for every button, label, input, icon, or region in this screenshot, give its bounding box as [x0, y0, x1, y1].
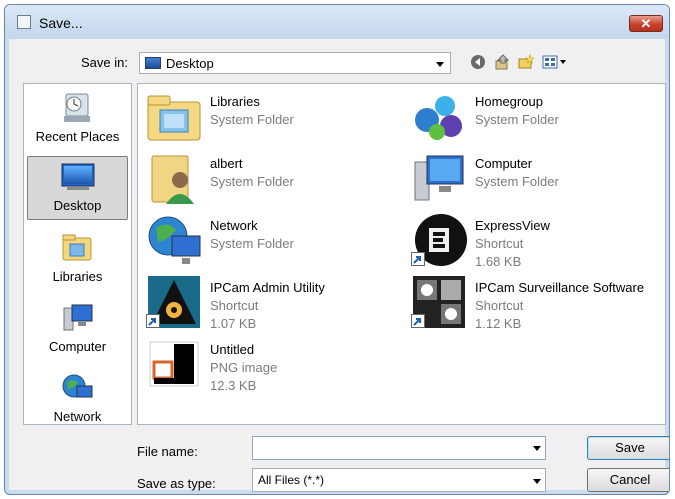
file-list: Libraries System Folder Homegroup System… [137, 83, 666, 425]
file-name: albert [210, 156, 243, 171]
cancel-button[interactable]: Cancel [587, 468, 669, 492]
save-as-type-dropdown[interactable]: All Files (*.*) [252, 468, 546, 492]
shortcut-arrow-icon [146, 314, 160, 328]
window-title: Save... [39, 15, 83, 31]
desktop-icon [145, 57, 161, 69]
file-type: Shortcut [475, 236, 524, 251]
file-item-untitled[interactable]: Untitled PNG image 12.3 KB [146, 336, 406, 398]
user-folder-icon [146, 150, 202, 206]
ipcam-surveillance-icon [411, 274, 467, 330]
close-icon: ✕ [640, 16, 652, 31]
title-bar: Save... ✕ [5, 5, 669, 39]
place-libraries[interactable]: Libraries [27, 228, 128, 292]
file-item-libraries[interactable]: Libraries System Folder [146, 88, 406, 150]
computer-icon [60, 302, 94, 334]
close-button[interactable]: ✕ [629, 15, 663, 32]
file-size: 1.07 KB [210, 316, 257, 331]
file-name: IPCam Surveillance Software [475, 280, 645, 295]
up-folder-icon [495, 54, 510, 70]
view-menu-icon [542, 55, 566, 69]
save-in-dropdown[interactable]: Desktop [139, 52, 451, 74]
file-type: PNG image [210, 360, 278, 375]
place-label: Libraries [52, 269, 103, 284]
file-name: Computer [475, 156, 533, 171]
computer-icon [411, 150, 467, 206]
homegroup-icon [411, 88, 467, 144]
file-size: 12.3 KB [210, 378, 257, 393]
place-network[interactable]: Network [27, 368, 128, 432]
expressview-icon [411, 212, 467, 268]
save-as-type-value: All Files (*.*) [258, 473, 325, 487]
save-in-label: Save in: [81, 55, 128, 70]
file-name: Untitled [210, 342, 255, 357]
app-icon [17, 15, 31, 29]
file-name: ExpressView [475, 218, 550, 233]
places-bar: Recent Places Desktop Libraries Computer [23, 83, 132, 425]
save-in-value: Desktop [166, 56, 214, 71]
shortcut-arrow-icon [411, 314, 425, 328]
up-folder-button[interactable] [493, 53, 511, 71]
file-type: System Folder [210, 174, 294, 189]
png-image-icon [146, 336, 202, 392]
network-icon [60, 372, 94, 404]
file-type: System Folder [210, 112, 294, 127]
new-folder-icon [518, 54, 534, 69]
file-type: System Folder [475, 112, 559, 127]
ipcam-admin-icon [146, 274, 202, 330]
desktop-icon [61, 161, 95, 193]
back-icon [471, 55, 485, 69]
new-folder-button[interactable] [517, 53, 535, 71]
file-item-ipcam-surveillance-software[interactable]: IPCam Surveillance Software Shortcut 1.1… [411, 274, 665, 336]
recent-places-icon [60, 92, 94, 124]
place-label: Desktop [53, 198, 102, 213]
libraries-folder-icon [146, 88, 202, 144]
file-size: 1.12 KB [475, 316, 522, 331]
file-name: Libraries [210, 94, 260, 109]
file-type: Shortcut [210, 298, 259, 313]
file-name: Network [210, 218, 258, 233]
file-item-homegroup[interactable]: Homegroup System Folder [411, 88, 665, 150]
file-name: Homegroup [475, 94, 543, 109]
view-menu-button[interactable] [541, 53, 569, 71]
place-recent-places[interactable]: Recent Places [27, 88, 128, 152]
place-label: Network [53, 409, 102, 424]
place-label: Recent Places [35, 129, 120, 144]
place-desktop[interactable]: Desktop [27, 156, 128, 220]
file-item-ipcam-admin-utility[interactable]: IPCam Admin Utility Shortcut 1.07 KB [146, 274, 406, 336]
shortcut-arrow-icon [411, 252, 425, 266]
chevron-down-icon [436, 62, 444, 67]
file-name-input[interactable] [252, 436, 546, 460]
place-computer[interactable]: Computer [27, 298, 128, 362]
file-size: 1.68 KB [475, 254, 522, 269]
file-type: System Folder [475, 174, 559, 189]
dialog-body: Save in: Desktop Recent Places Desktop L… [9, 39, 669, 492]
file-name-label: File name: [137, 444, 198, 459]
file-name: IPCam Admin Utility [210, 280, 325, 295]
file-type: Shortcut [475, 298, 524, 313]
libraries-icon [60, 232, 94, 264]
place-label: Computer [48, 339, 107, 354]
back-button[interactable] [469, 53, 487, 71]
save-button[interactable]: Save [587, 436, 669, 460]
save-as-type-label: Save as type: [137, 476, 216, 491]
file-item-albert[interactable]: albert System Folder [146, 150, 406, 212]
file-item-computer[interactable]: Computer System Folder [411, 150, 665, 212]
network-icon [146, 212, 202, 268]
file-item-network[interactable]: Network System Folder [146, 212, 406, 274]
file-type: System Folder [210, 236, 294, 251]
save-dialog: Save... ✕ Save in: Desktop Recent Places… [4, 4, 670, 495]
file-name-dropdown-icon[interactable] [533, 446, 541, 451]
chevron-down-icon [533, 479, 541, 484]
file-item-expressview[interactable]: ExpressView Shortcut 1.68 KB [411, 212, 665, 274]
